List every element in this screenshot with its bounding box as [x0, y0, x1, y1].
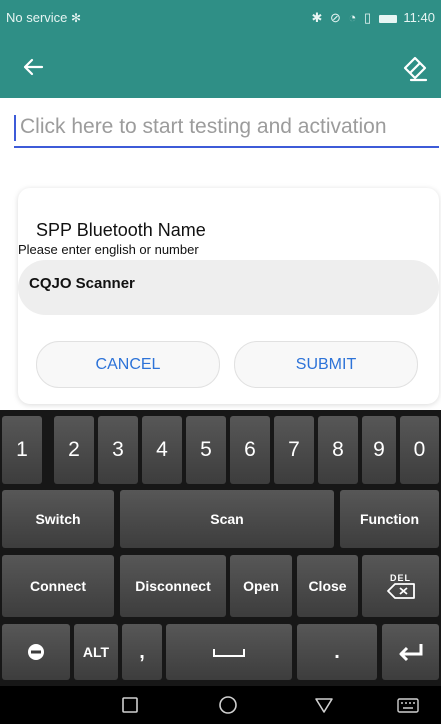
bluetooth-name-dialog: SPP Bluetooth Name Please enter english … — [18, 188, 439, 404]
wifi-icon: ◔ — [348, 10, 357, 25]
bluetooth-icon: ✱ — [311, 10, 323, 25]
home-button[interactable] — [216, 693, 240, 717]
back-button[interactable] — [18, 52, 48, 82]
period-key[interactable]: . — [297, 624, 377, 680]
submit-button[interactable]: SUBMIT — [234, 341, 418, 388]
key-3[interactable]: 3 — [98, 416, 138, 484]
open-key[interactable]: Open — [230, 555, 292, 617]
key-1[interactable]: 1 — [2, 416, 42, 484]
cancel-button[interactable]: CANCEL — [36, 341, 220, 388]
system-nav-bar — [0, 686, 441, 724]
enter-key[interactable] — [382, 624, 439, 680]
key-4[interactable]: 4 — [142, 416, 182, 484]
square-icon — [122, 697, 138, 713]
emoji-toggle-icon — [28, 644, 44, 660]
status-time: 11:40 — [403, 10, 435, 25]
sim-icon: ▯ — [364, 10, 372, 25]
alt-key[interactable]: ALT — [74, 624, 118, 680]
key-2[interactable]: 2 — [54, 416, 94, 484]
space-bar-icon — [213, 649, 245, 657]
scanner-keyboard: 1 2 3 4 5 6 7 8 9 0 Switch Scan Function… — [0, 410, 441, 686]
emoji-key[interactable] — [2, 624, 70, 680]
key-6[interactable]: 6 — [230, 416, 270, 484]
test-activation-field[interactable]: Click here to start testing and activati… — [14, 112, 439, 148]
key-7[interactable]: 7 — [274, 416, 314, 484]
key-0[interactable]: 0 — [400, 416, 439, 484]
clear-button[interactable] — [399, 53, 429, 83]
enter-icon — [399, 644, 422, 662]
text-cursor — [14, 115, 16, 141]
comma-key[interactable]: , — [122, 624, 162, 680]
test-activation-placeholder: Click here to start testing and activati… — [20, 115, 387, 138]
connect-key[interactable]: Connect — [2, 555, 114, 617]
app-toolbar — [0, 38, 441, 98]
mute-icon: ⊘ — [330, 10, 341, 25]
space-key[interactable] — [166, 624, 292, 680]
keyboard-toggle-button[interactable] — [396, 693, 420, 717]
key-5[interactable]: 5 — [186, 416, 226, 484]
backspace-icon — [386, 583, 415, 599]
key-9[interactable]: 9 — [362, 416, 396, 484]
close-key[interactable]: Close — [297, 555, 358, 617]
status-bar: No service ✻ ✱ ⊘ ◔ ▯ 11:40 — [0, 0, 441, 38]
dialog-title: SPP Bluetooth Name — [36, 220, 206, 240]
keyboard-icon — [397, 698, 419, 713]
battery-icon — [378, 14, 397, 23]
back-nav-button[interactable] — [312, 693, 336, 717]
status-carrier: No service ✻ — [6, 10, 81, 25]
function-key[interactable]: Function — [340, 490, 439, 548]
del-label: DEL — [390, 573, 411, 583]
delete-key[interactable]: DEL — [362, 555, 439, 617]
no-signal-icon: ✻ — [71, 11, 82, 25]
bluetooth-name-input[interactable]: CQJO Scanner — [18, 260, 439, 315]
switch-key[interactable]: Switch — [2, 490, 114, 548]
triangle-icon — [315, 698, 333, 713]
status-icons: ✱ ⊘ ◔ ▯ 11:40 — [311, 10, 435, 26]
dialog-hint: Please enter english or number — [18, 242, 199, 257]
disconnect-key[interactable]: Disconnect — [120, 555, 226, 617]
key-8[interactable]: 8 — [318, 416, 358, 484]
circle-icon — [219, 696, 237, 714]
recents-button[interactable] — [118, 693, 142, 717]
carrier-text: No service — [6, 10, 68, 25]
eraser-icon — [403, 56, 428, 82]
scan-key[interactable]: Scan — [120, 490, 334, 548]
bluetooth-name-value: CQJO Scanner — [29, 275, 135, 292]
back-arrow-icon — [23, 58, 44, 76]
